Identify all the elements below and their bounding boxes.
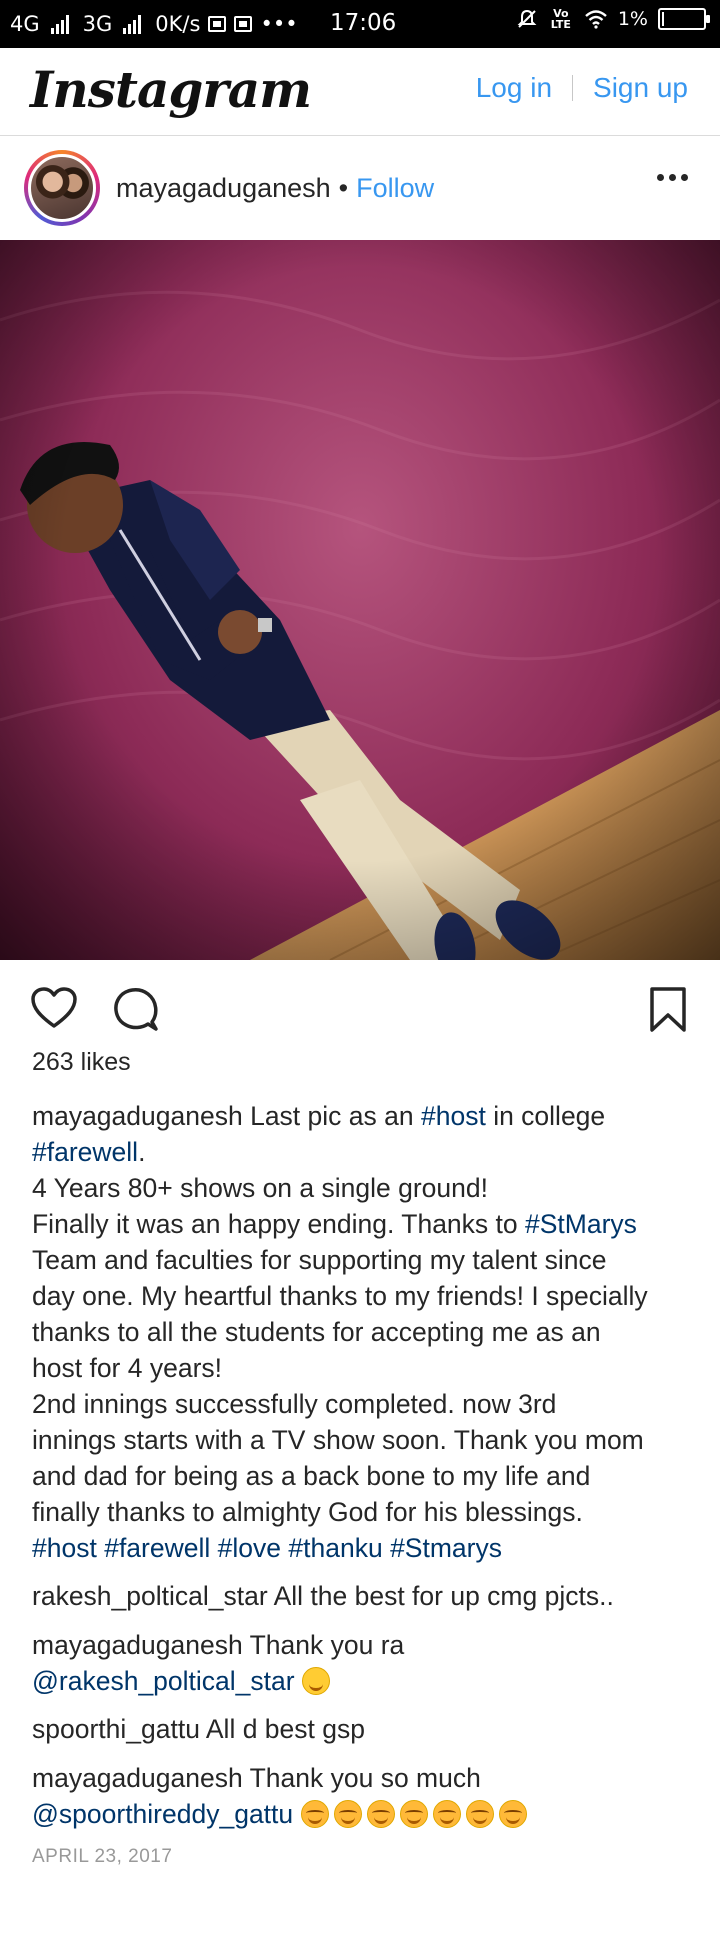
network-label-2: 3G xyxy=(82,12,113,36)
caption-line: day one. My heartful thanks to my friend… xyxy=(32,1281,648,1311)
comment-user[interactable]: mayagaduganesh xyxy=(32,1630,243,1660)
network-label-1: 4G xyxy=(10,12,40,36)
post-header: mayagaduganesh • Follow xyxy=(0,136,720,240)
post-photo[interactable] xyxy=(0,240,720,960)
clock: 17:06 xyxy=(330,10,397,36)
caption-line: finally thanks to almighty God for his b… xyxy=(32,1497,583,1527)
caption-line: and dad for being as a back bone to my l… xyxy=(32,1461,591,1491)
battery-icon xyxy=(658,8,710,30)
status-bar: 4G 3G 0K/s ••• 17:06 Vo LTE 1% xyxy=(0,0,720,48)
data-speed: 0K/s xyxy=(155,12,201,36)
photo-illustration xyxy=(0,240,720,960)
caption-line: innings starts with a TV show soon. Than… xyxy=(32,1425,644,1455)
blush-emoji-icon xyxy=(432,1800,461,1828)
mute-icon xyxy=(517,9,537,28)
avatar[interactable] xyxy=(24,150,100,226)
comment-text: Thank you ra xyxy=(249,1630,405,1660)
comment-item: mayagaduganesh Thank you so much @spoort… xyxy=(32,1760,694,1832)
comment-user[interactable]: mayagaduganesh xyxy=(32,1763,243,1793)
divider xyxy=(572,75,574,101)
notification-icon-2 xyxy=(234,16,253,32)
comment-text: All d best gsp xyxy=(205,1714,365,1744)
hashtag-link[interactable]: #Stmarys xyxy=(390,1533,502,1563)
caption-line: 4 Years 80+ shows on a single ground! xyxy=(32,1173,488,1203)
avatar-image xyxy=(28,154,96,222)
blush-emoji-icon xyxy=(333,1800,362,1828)
signal-icon-2 xyxy=(123,14,142,34)
more-notifications-icon: ••• xyxy=(260,12,298,36)
caption-line: thanks to all the students for accepting… xyxy=(32,1317,601,1347)
likes-count[interactable]: 263 likes xyxy=(32,1048,131,1077)
post-username[interactable]: mayagaduganesh xyxy=(116,173,331,204)
caption-text: Finally it was an happy ending. Thanks t… xyxy=(32,1209,518,1239)
hashtag-link[interactable]: #farewell xyxy=(104,1533,210,1563)
hashtag-link[interactable]: #love xyxy=(218,1533,281,1563)
wifi-icon xyxy=(585,10,607,29)
auth-links: Log in Sign up xyxy=(476,72,688,104)
separator-dot: • xyxy=(338,172,349,203)
notification-icon xyxy=(208,16,227,32)
hashtag-link[interactable]: #StMarys xyxy=(525,1209,637,1239)
post-date: APRIL 23, 2017 xyxy=(32,1846,173,1867)
blush-emoji-icon xyxy=(465,1800,494,1828)
caption-text: Last pic as an xyxy=(250,1101,414,1131)
caption-text: . xyxy=(138,1137,146,1167)
action-bar xyxy=(0,960,720,1060)
caption-line: Team and faculties for supporting my tal… xyxy=(32,1245,607,1275)
more-options-icon[interactable] xyxy=(657,174,688,181)
comment-item: mayagaduganesh Thank you ra @rakesh_polt… xyxy=(32,1627,694,1699)
smiley-emoji-icon xyxy=(301,1667,330,1695)
blush-emoji-icon xyxy=(366,1800,395,1828)
login-link[interactable]: Log in xyxy=(476,72,552,104)
mention-link[interactable]: @rakesh_poltical_star xyxy=(32,1666,295,1696)
follow-button[interactable]: Follow xyxy=(356,173,434,204)
caption-text: in college xyxy=(493,1101,606,1131)
hashtag-link[interactable]: #host xyxy=(421,1101,486,1131)
instagram-logo[interactable]: Instagram xyxy=(30,60,312,119)
blush-emoji-icon xyxy=(300,1800,329,1828)
bookmark-icon[interactable] xyxy=(648,986,688,1034)
signal-icon xyxy=(50,14,69,34)
hashtag-link[interactable]: #thanku xyxy=(288,1533,382,1563)
caption-author[interactable]: mayagaduganesh xyxy=(32,1101,243,1131)
volte-icon: Vo LTE xyxy=(550,7,571,31)
comment-item: spoorthi_gattu All d best gsp xyxy=(32,1711,694,1747)
battery-percent: 1% xyxy=(617,8,648,30)
comment-text: Thank you so much xyxy=(249,1763,481,1793)
comment-item: rakesh_poltical_star All the best for up… xyxy=(32,1578,694,1614)
signup-link[interactable]: Sign up xyxy=(593,72,688,104)
caption-line: host for 4 years! xyxy=(32,1353,223,1383)
caption-line: 2nd innings successfully completed. now … xyxy=(32,1389,557,1419)
blush-emoji-icon xyxy=(399,1800,428,1828)
comment-user[interactable]: spoorthi_gattu xyxy=(32,1714,200,1744)
comment-user[interactable]: rakesh_poltical_star xyxy=(32,1581,268,1611)
app-header: Instagram Log in Sign up xyxy=(0,48,720,136)
hashtag-link[interactable]: #host xyxy=(32,1533,97,1563)
comment-text: All the best for up cmg pjcts.. xyxy=(273,1581,614,1611)
comment-icon[interactable] xyxy=(112,986,160,1034)
blush-emoji-icon xyxy=(498,1800,527,1828)
heart-icon[interactable] xyxy=(30,986,78,1030)
hashtag-link[interactable]: #farewell xyxy=(32,1137,138,1167)
mention-link[interactable]: @spoorthireddy_gattu xyxy=(32,1799,293,1829)
post-caption: mayagaduganesh Last pic as an #host in c… xyxy=(32,1098,694,1566)
